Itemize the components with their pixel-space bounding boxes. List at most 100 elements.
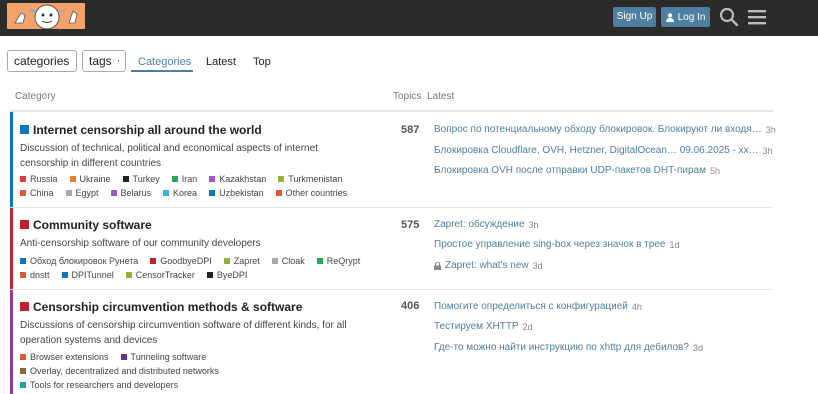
subcategory-link[interactable]: Iran [171,174,198,184]
sign-up-button[interactable]: Sign Up [613,7,656,27]
subcategory-link[interactable]: dnstt [20,270,50,280]
latest-topic[interactable]: Вопрос по потенциальному обходу блокиров… [434,124,776,135]
subcategory-color-badge [69,176,76,182]
subcategory-link[interactable]: Overlay, decentralized and distributed n… [20,366,219,376]
topic-count: 406 [401,300,420,312]
subcategory-label: China [30,188,54,198]
category-title[interactable]: Censorship circumvention methods & softw… [33,300,302,314]
row-divider [10,289,773,290]
latest-topic[interactable]: Тестируем XHTTP 2d [434,321,533,332]
topic-count: 587 [401,124,420,136]
latest-topic[interactable]: Блокировка Cloudflare, OVH, Hetzner, Dig… [434,145,773,156]
subcategory-link[interactable]: ReQrypt [316,256,361,266]
category-title[interactable]: Community software [33,218,152,232]
subcategory-link[interactable]: Uzbekistan [209,188,264,198]
subcategory-link[interactable]: ByeDPI [206,270,247,280]
subcategory-link[interactable]: Tools for researchers and developers [20,380,178,390]
subcategory-color-badge [65,190,72,196]
subcategory-link[interactable]: Обход блокировок Рунета [20,256,138,266]
category-color-bar [10,208,13,289]
latest-topic-title[interactable]: Zapret: обсуждение [434,219,525,230]
topic-count: 575 [401,219,420,231]
tab-categories[interactable]: Categories [138,56,191,68]
latest-topic-title[interactable]: Вопрос по потенциальному обходу блокиров… [434,124,762,135]
subcategory-label: Turkey [132,174,160,184]
subcategory-link[interactable]: China [20,188,54,198]
subcategory-color-badge [20,382,26,388]
subcategory-label: Russia [30,174,58,184]
subcategory-link[interactable]: GoodbyeDPI [150,256,212,266]
subcategory-link[interactable]: Belarus [110,188,151,198]
latest-topic[interactable]: Помогите определиться с конфигурацией 4h [434,301,642,312]
latest-topic[interactable]: Zapret: обсуждение 3h [434,219,539,230]
subcategory-label: Tools for researchers and developers [30,380,179,390]
subcategory-color-badge [316,258,323,264]
latest-topic-title[interactable]: Блокировка Cloudflare, OVH, Hetzner, Dig… [434,145,759,156]
subcategory-link[interactable]: CensorTracker [125,270,195,280]
latest-topic[interactable]: Простое управление sing-box через значок… [434,239,680,250]
latest-topic-title[interactable]: Zapret: what's new [445,260,529,271]
category-color-bar [10,112,13,207]
latest-topic-title[interactable]: Где-то можно найти инструкцию по xhttp д… [434,342,689,353]
tags-dropdown[interactable]: tags [82,50,126,72]
subcategory-label: ReQrypt [326,256,361,266]
subcategory-color-badge [61,272,68,278]
subcategory-label: Uzbekistan [219,188,264,198]
search-icon[interactable] [718,6,740,28]
categories-dropdown[interactable]: categories [7,50,77,72]
subcategory-label: Iran [181,174,198,184]
category-color-badge [20,220,29,229]
tags-dropdown-label: tags [89,54,112,68]
subcategory-label: DPITunnel [71,270,114,280]
subcategory-link[interactable]: DPITunnel [61,270,114,280]
row-divider [10,207,773,208]
latest-topic[interactable]: Zapret: what's new 3d [434,260,543,271]
subcategory-list: Browser extensions Tunneling software Over… [20,352,320,390]
subcategory-link[interactable]: Other countries [275,188,347,198]
tab-top[interactable]: Top [253,56,271,68]
log-in-label: Log In [677,11,706,23]
subcategory-link[interactable]: Russia [20,174,58,184]
active-tab-indicator [131,70,193,72]
subcategory-label: Cloak [281,256,305,266]
latest-topic-title[interactable]: Помогите определиться с конфигурацией [434,301,628,312]
latest-topic[interactable]: Блокировка OVH после отправки UDP-пакето… [434,165,720,176]
subcategory-link[interactable]: Ukraine [69,174,111,184]
subcategory-label: Egypt [75,188,99,198]
subcategory-color-badge [278,176,285,182]
subcategory-label: Browser extensions [30,352,109,362]
user-icon [665,12,674,22]
column-header-latest: Latest [427,91,455,102]
subcategory-link[interactable]: Tunneling software [120,352,207,362]
category-description: Discussions of censorship circumvention … [20,320,347,346]
subcategory-link[interactable]: Browser extensions [20,352,109,362]
subcategory-list: Обход блокировок Рунета GoodbyeDPI Zapret C… [20,256,380,280]
header-divider [10,110,773,112]
subcategory-link[interactable]: Turkmenistan [278,174,342,184]
latest-topic-age: 3d [532,260,543,271]
category-title[interactable]: Internet censorship all around the world [33,123,262,137]
latest-topic-title[interactable]: Тестируем XHTTP [434,321,519,332]
subcategory-link[interactable]: Kazakhstan [209,174,266,184]
category-color-badge [20,125,29,134]
subcategory-label: Kazakhstan [219,174,267,184]
subcategory-color-badge [150,258,157,264]
log-in-button[interactable]: Log In [661,7,710,27]
subcategory-color-badge [120,354,127,360]
subcategory-link[interactable]: Turkey [122,174,160,184]
subcategory-link[interactable]: Egypt [65,188,99,198]
subcategory-color-badge [20,258,26,264]
subcategory-color-badge [223,258,230,264]
subcategory-link[interactable]: Zapret [223,256,260,266]
latest-topic-age: 3h [762,145,773,156]
subcategory-link[interactable]: Korea [163,188,197,198]
hamburger-menu-icon[interactable] [746,6,768,28]
latest-topic-title[interactable]: Блокировка OVH после отправки UDP-пакето… [434,165,706,176]
latest-topic[interactable]: Где-то можно найти инструкцию по xhttp д… [434,342,703,353]
tab-latest[interactable]: Latest [206,56,236,68]
subcategory-label: Tunneling software [130,352,207,362]
site-logo[interactable] [7,3,85,29]
latest-topic-title[interactable]: Простое управление sing-box через значок… [434,239,666,250]
subcategory-link[interactable]: Cloak [271,256,305,266]
subcategory-label: Zapret [233,256,260,266]
